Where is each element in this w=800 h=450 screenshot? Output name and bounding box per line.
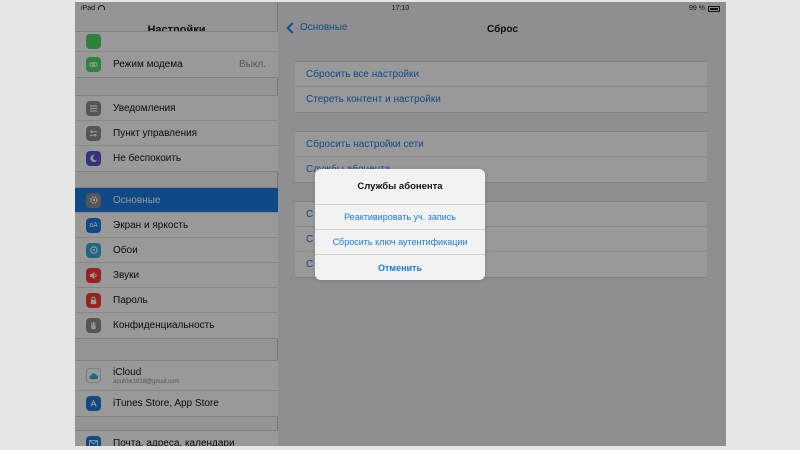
alert-title: Службы абонента xyxy=(315,169,485,205)
ipad-screen: Настройки Режим модема Выкл. Уведомления xyxy=(75,2,726,446)
cancel-button[interactable]: Отменить xyxy=(315,255,485,280)
subscriber-services-alert: Службы абонента Реактивировать уч. запис… xyxy=(315,169,485,280)
reset-auth-key-button[interactable]: Сбросить ключ аутентификации xyxy=(315,230,485,255)
reactivate-account-button[interactable]: Реактивировать уч. запись xyxy=(315,205,485,230)
